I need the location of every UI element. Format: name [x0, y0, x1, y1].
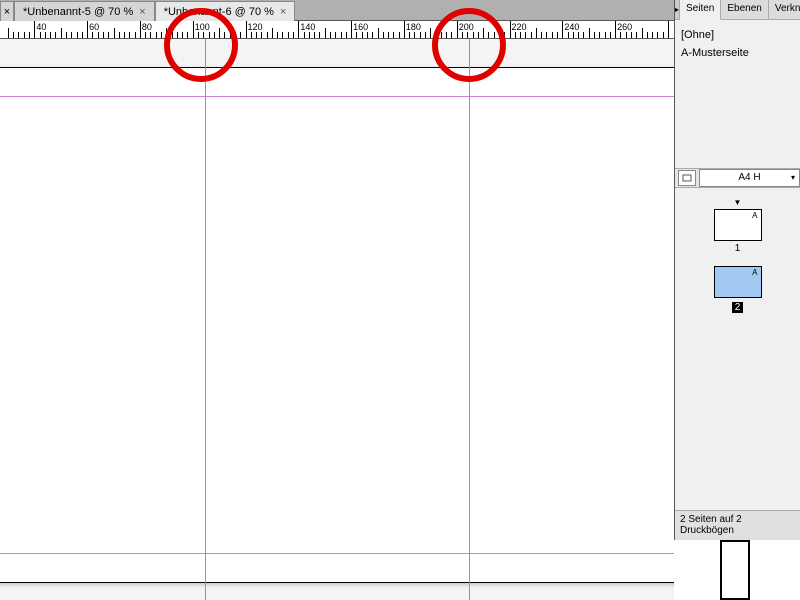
page-number-1: 1: [675, 243, 800, 254]
tab-seiten[interactable]: Seiten: [680, 0, 721, 20]
page-thumbnail-2[interactable]: A: [714, 266, 762, 298]
page-size-select[interactable]: A4 H: [699, 169, 800, 187]
section-start-icon: ▼: [675, 198, 800, 207]
close-icon[interactable]: ×: [139, 6, 145, 18]
page-orientation-icon[interactable]: [678, 170, 696, 186]
page-thumbnail-1[interactable]: A: [714, 209, 762, 241]
page-number-2: 2: [732, 302, 744, 313]
tab-label: *Unbenannt-5 @ 70 %: [23, 6, 133, 18]
margin-guides: [0, 96, 674, 554]
close-icon[interactable]: ×: [280, 6, 286, 18]
document-canvas[interactable]: [0, 39, 674, 600]
tab-verknuepfungen[interactable]: Verkn: [769, 0, 800, 19]
tab-ebenen[interactable]: Ebenen: [721, 0, 768, 19]
vertical-guide-2[interactable]: [469, 39, 470, 600]
vertical-guide-1[interactable]: [205, 39, 206, 600]
next-spread-peek: [720, 540, 750, 600]
page[interactable]: [0, 67, 674, 583]
panel-footer: 2 Seiten auf 2 Druckbögen: [675, 510, 800, 540]
master-none[interactable]: [Ohne]: [679, 26, 796, 44]
pages-thumbnail-list: ▼ A 1 A 2: [675, 188, 800, 323]
page-size-bar: A4 H: [675, 168, 800, 188]
document-tab-1[interactable]: *Unbenannt-5 @ 70 % ×: [14, 1, 155, 21]
master-label: A: [752, 268, 757, 277]
master-label: A: [752, 211, 757, 220]
master-a[interactable]: A-Musterseite: [679, 44, 796, 62]
document-tab-2[interactable]: *Unbenannt-6 @ 70 % ×: [155, 1, 296, 21]
close-icon: ×: [4, 6, 10, 18]
pages-panel: ▸ Seiten Ebenen Verkn [Ohne] A-Mustersei…: [674, 0, 800, 540]
prev-tab-close[interactable]: ×: [0, 1, 14, 21]
master-pages-list: [Ohne] A-Musterseite: [675, 20, 800, 68]
page-count-label: 2 Seiten auf 2 Druckbögen: [680, 514, 742, 536]
panel-tab-bar: ▸ Seiten Ebenen Verkn: [675, 0, 800, 20]
tab-label: *Unbenannt-6 @ 70 %: [164, 6, 274, 18]
